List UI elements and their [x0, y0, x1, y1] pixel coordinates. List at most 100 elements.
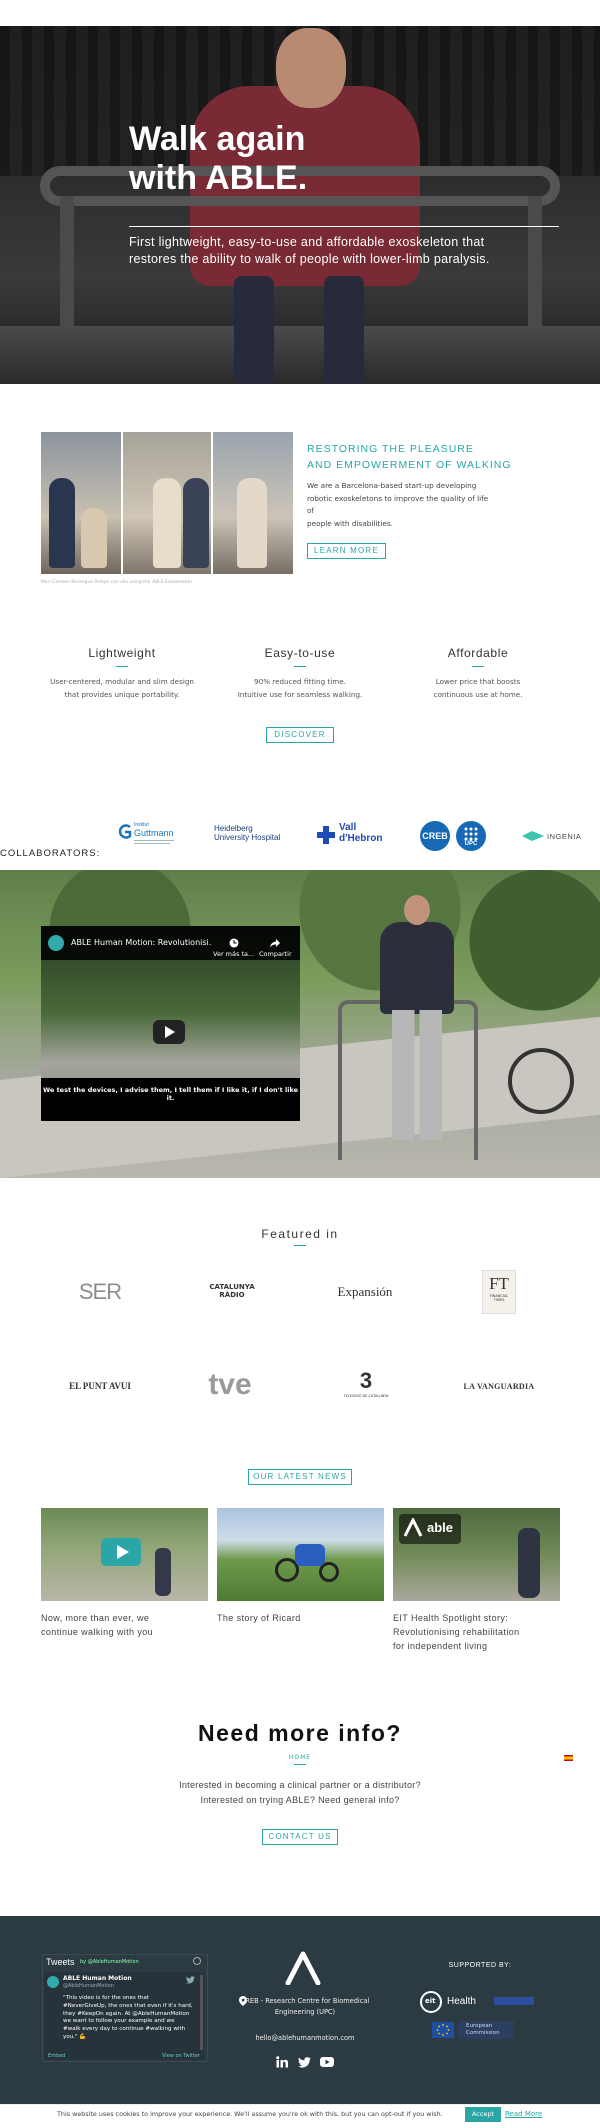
info-text: Interested in becoming a clinical partne… [0, 1778, 600, 1808]
twitter-bird-icon[interactable] [186, 1976, 195, 1984]
info-text-line: Interested in becoming a clinical partne… [179, 1780, 421, 1790]
spanish-flag-icon[interactable] [564, 1755, 573, 1761]
news-caption-line: Now, more than ever, we [41, 1613, 150, 1623]
collaborator-logo-creb[interactable]: CREB [420, 821, 450, 851]
news-image[interactable] [217, 1508, 384, 1601]
youtube-icon[interactable] [320, 2057, 334, 2067]
embed-link[interactable]: Embed [48, 2053, 65, 2059]
press-logo-ser[interactable]: SER [70, 1279, 130, 1305]
ft-sub: TIMES [493, 1298, 505, 1302]
info-icon[interactable] [193, 1957, 201, 1965]
twitter-icon[interactable] [298, 2057, 311, 2068]
tweets-by-link[interactable]: by @AbleHumanMotion [80, 1959, 139, 1965]
feature-affordable: Affordable Lower price that boosts conti… [393, 646, 563, 701]
press-logo-expansion[interactable]: Expansión [325, 1284, 405, 1300]
press-logo-ft[interactable]: FT FINANCIAL TIMES [482, 1270, 516, 1314]
hero-subtitle-line: restores the ability to walk of people w… [129, 252, 490, 266]
able-logo-icon[interactable] [284, 1951, 322, 1985]
hero-person-head [276, 28, 346, 108]
cookie-accept-button[interactable]: Accept [465, 2107, 501, 2122]
feature-divider [294, 666, 306, 667]
collaborator-logo-vall-hebron[interactable]: Vall d'Hebron [316, 822, 386, 846]
feature-description-line: 90% reduced fitting time. [254, 677, 346, 686]
clock-icon [229, 938, 239, 948]
about-photo-person [49, 478, 75, 568]
discover-button[interactable]: DISCOVER [266, 727, 334, 743]
video-man-legs [392, 1010, 442, 1140]
view-on-twitter-link[interactable]: View on Twitter [162, 2053, 200, 2059]
youtube-title[interactable]: ABLE Human Motion: Revolutionisi... [71, 938, 211, 947]
news-caption-line: for independent living [393, 1641, 488, 1651]
news-image[interactable]: able [393, 1508, 560, 1601]
collaborator-logo-heidelberg[interactable]: Heidelberg University Hospital [214, 824, 286, 846]
news-image[interactable] [41, 1508, 208, 1601]
youtube-embed[interactable]: ABLE Human Motion: Revolutionisi... Ver … [41, 926, 300, 1121]
tweet-scrollbar[interactable] [200, 1975, 203, 2050]
eu-strip-logo[interactable] [494, 1997, 534, 2005]
guttmann-text: Guttmann [134, 828, 174, 838]
able-badge-text: able [427, 1520, 454, 1535]
home-link[interactable]: HOME [0, 1754, 600, 1761]
collaborators-label: COLLABORATORS: [0, 848, 101, 859]
about-photo-person [153, 478, 181, 568]
contact-us-button[interactable]: CONTACT US [262, 1829, 338, 1845]
press-logo-tv3[interactable]: 3 TELEVISIÓ DE CATALUNYA [336, 1368, 396, 1398]
news-caption[interactable]: Now, more than ever, we continue walking… [41, 1611, 208, 1639]
vall-hebron-icon [317, 826, 335, 844]
hero-exoskeleton-leg [324, 276, 364, 384]
news-caption[interactable]: EIT Health Spotlight story: Revolutionis… [393, 1611, 560, 1653]
able-logo-icon [403, 1518, 423, 1537]
feature-lightweight: Lightweight User-centered, modular and s… [37, 646, 207, 701]
ingenia-text: INGENIA [547, 832, 582, 841]
share-button[interactable]: Compartir [259, 938, 292, 958]
share-icon [270, 939, 281, 948]
info-title: Need more info? [198, 1720, 402, 1746]
learn-more-button[interactable]: LEARN MORE [307, 543, 386, 559]
hero-title-line: with ABLE. [129, 159, 308, 197]
social-links [276, 2056, 334, 2068]
about-photo-person [183, 478, 209, 568]
news-card[interactable]: able EIT Health Spotlight story: Revolut… [393, 1508, 560, 1653]
avatar[interactable] [47, 1976, 59, 1988]
collaborator-logo-ingenia[interactable]: INGENIA [522, 831, 592, 843]
collaborator-logo-guttmann[interactable]: Institut Guttmann [118, 822, 178, 848]
tweet-author-handle[interactable]: @AbleHumanMotion [63, 1983, 114, 1989]
news-card[interactable]: Now, more than ever, we continue walking… [41, 1508, 208, 1639]
ingenia-icon [522, 831, 544, 841]
european-commission-logo[interactable]: European Commission [458, 2021, 514, 2039]
catalunya-text: RÀDIO [219, 1291, 245, 1299]
eit-health-logo[interactable]: eit Health [420, 1991, 482, 2013]
cookie-read-more-link[interactable]: Read More [505, 2110, 542, 2118]
heidelberg-text: Heidelberg [214, 824, 253, 833]
press-logo-la-vanguardia[interactable]: LA VANGUARDIA [462, 1382, 536, 1391]
press-logo-el-punt-avui[interactable]: EL PUNT AVUI [62, 1381, 138, 1391]
hero-title: Walk again with ABLE. [129, 120, 307, 198]
collaborator-logo-upc[interactable]: UPC [456, 821, 486, 851]
press-logo-tve[interactable]: tve [200, 1368, 260, 1402]
news-card[interactable]: The story of Ricard [217, 1508, 384, 1625]
news-caption-line: continue walking with you [41, 1627, 154, 1637]
about-photo-person [237, 478, 267, 568]
feature-description-line: Lower price that boosts [435, 677, 521, 686]
ser-text: SER [78, 1279, 122, 1304]
hero-divider [129, 226, 559, 227]
eu-flag-icon[interactable] [432, 2022, 454, 2038]
guttmann-icon [118, 824, 132, 839]
tweet-text: "This video is for the ones that #NeverG… [63, 1995, 193, 2040]
hero-title-line: Walk again [129, 120, 306, 158]
about-text-line: robotic exoskeletons to improve the qual… [307, 493, 489, 516]
tv3-sub: TELEVISIÓ DE CATALUNYA [343, 1394, 389, 1398]
feature-divider [116, 666, 128, 667]
press-logo-catalunya-radio[interactable]: CATALUNYA RÀDIO [200, 1283, 264, 1299]
news-caption[interactable]: The story of Ricard [217, 1611, 384, 1625]
tweet-author-name[interactable]: ABLE Human Motion [63, 1975, 132, 1982]
video-man-head [404, 895, 430, 925]
feature-description-line: that provides unique portability. [64, 689, 180, 699]
channel-avatar-icon[interactable] [48, 935, 64, 951]
linkedin-icon[interactable] [276, 2056, 288, 2068]
featured-divider [294, 1245, 306, 1246]
footer-email-link[interactable]: hello@ablehumanmotion.com [230, 2034, 380, 2042]
watch-later-button[interactable]: Ver más ta... [213, 938, 254, 958]
latest-news-button[interactable]: OUR LATEST NEWS [248, 1469, 352, 1485]
play-icon[interactable] [153, 1020, 185, 1044]
